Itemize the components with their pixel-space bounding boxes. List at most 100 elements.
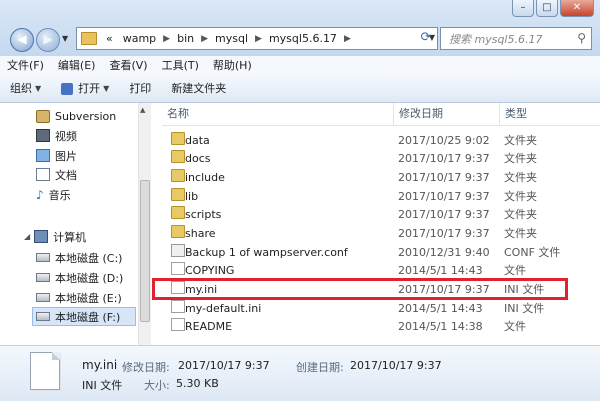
nav-item-label: 图片 xyxy=(55,149,77,163)
file-type: INI 文件 xyxy=(504,302,545,315)
breadcrumb-wamp[interactable]: wamp xyxy=(118,29,161,49)
column-name[interactable]: 名称 xyxy=(162,103,394,125)
file-date: 2014/5/1 14:43 xyxy=(398,302,483,315)
file-name: README xyxy=(185,320,233,333)
breadcrumb-mysql5617[interactable]: mysql5.6.17 xyxy=(264,29,342,49)
chevron-right-icon[interactable]: ▶ xyxy=(161,34,172,44)
detail-size-label: 大小: xyxy=(144,379,170,392)
detail-modified-label: 修改日期: xyxy=(122,361,170,374)
menu-file[interactable]: 文件(F) xyxy=(0,56,51,76)
file-row-docs[interactable]: docs 2017/10/17 9:37 文件夹 xyxy=(162,150,600,168)
file-row-readme[interactable]: README 2014/5/1 14:38 文件 xyxy=(162,318,600,336)
file-icon xyxy=(171,262,185,275)
file-type: 文件夹 xyxy=(504,171,537,184)
nav-item-label: 计算机 xyxy=(53,230,87,244)
nav-item-subversion[interactable]: Subversion xyxy=(36,107,116,126)
open-button[interactable]: 打开 ▼ xyxy=(51,76,119,102)
file-row-share[interactable]: share 2017/10/17 9:37 文件夹 xyxy=(162,225,600,243)
nav-item-drive-f[interactable]: 本地磁盘 (F:) xyxy=(32,307,136,326)
nav-item-label: 视频 xyxy=(55,129,77,143)
breadcrumb-mysql[interactable]: mysql xyxy=(210,29,253,49)
chevron-right-icon[interactable]: ▶ xyxy=(199,34,210,44)
folder-icon xyxy=(171,225,185,238)
forward-arrow-icon[interactable]: ▶ xyxy=(36,28,60,52)
file-name: scripts xyxy=(185,208,222,221)
menu-view[interactable]: 查看(V) xyxy=(102,56,154,76)
expand-arrow-icon[interactable]: ◢ xyxy=(24,232,30,241)
file-row-include[interactable]: include 2017/10/17 9:37 文件夹 xyxy=(162,169,600,187)
file-row-lib[interactable]: lib 2017/10/17 9:37 文件夹 xyxy=(162,188,600,206)
nav-item-documents[interactable]: 文档 xyxy=(36,165,77,184)
drive-icon xyxy=(36,253,50,262)
file-name: include xyxy=(185,171,225,184)
column-date[interactable]: 修改日期 xyxy=(394,103,500,125)
search-icon[interactable]: ⚲ xyxy=(577,31,586,45)
column-type[interactable]: 类型 xyxy=(500,103,600,125)
history-dropdown-icon[interactable]: ▼ xyxy=(62,34,68,43)
nav-item-computer[interactable]: ◢ 计算机 xyxy=(24,227,86,246)
file-row-backup-conf[interactable]: Backup 1 of wampserver.conf 2010/12/31 9… xyxy=(162,244,600,262)
nav-item-label: 本地磁盘 (E:) xyxy=(55,291,122,305)
organize-label: 组织 xyxy=(10,82,32,95)
folder-icon xyxy=(171,188,185,201)
search-input[interactable]: 搜索 mysql5.6.17 ⚲ xyxy=(440,27,592,50)
folder-icon xyxy=(171,169,185,182)
drive-icon xyxy=(36,273,50,282)
file-row-my-default-ini[interactable]: my-default.ini 2014/5/1 14:43 INI 文件 xyxy=(162,300,600,318)
minimize-button[interactable]: – xyxy=(512,0,534,17)
back-arrow-icon[interactable]: ◀ xyxy=(10,28,34,52)
file-name: docs xyxy=(185,152,211,165)
file-name: share xyxy=(185,227,216,240)
nav-item-music[interactable]: ♪ 音乐 xyxy=(36,185,71,204)
file-list: data 2017/10/25 9:02 文件夹 docs 2017/10/17… xyxy=(162,126,600,344)
menu-bar: 文件(F) 编辑(E) 查看(V) 工具(T) 帮助(H) xyxy=(0,56,600,77)
chevron-right-icon[interactable]: ▶ xyxy=(342,34,353,44)
file-type: 文件夹 xyxy=(504,208,537,221)
music-library-icon: ♪ xyxy=(36,187,44,202)
computer-icon xyxy=(34,230,49,243)
chevron-down-icon: ▼ xyxy=(103,84,110,93)
nav-item-label: 本地磁盘 (D:) xyxy=(55,271,124,285)
chevron-down-icon: ▼ xyxy=(35,84,42,93)
close-button[interactable]: ✕ xyxy=(560,0,594,17)
nav-item-pictures[interactable]: 图片 xyxy=(36,146,77,165)
file-row-data[interactable]: data 2017/10/25 9:02 文件夹 xyxy=(162,132,600,150)
file-icon xyxy=(171,300,185,313)
file-type: 文件夹 xyxy=(504,227,537,240)
search-placeholder: 搜索 mysql5.6.17 xyxy=(449,33,543,46)
nav-item-drive-e[interactable]: 本地磁盘 (E:) xyxy=(36,288,122,307)
nav-item-label: 本地磁盘 (C:) xyxy=(55,251,123,265)
print-label: 打印 xyxy=(129,82,152,95)
annotation-highlight-box xyxy=(152,278,568,300)
maximize-button[interactable]: □ xyxy=(536,0,558,17)
breadcrumb-bin[interactable]: bin xyxy=(172,29,199,49)
folder-icon xyxy=(171,206,185,219)
address-bar[interactable]: « wamp ▶ bin ▶ mysql ▶ mysql5.6.17 ▶ ▼ xyxy=(76,27,438,50)
file-row-scripts[interactable]: scripts 2017/10/17 9:37 文件夹 xyxy=(162,206,600,224)
picture-library-icon xyxy=(36,149,50,162)
organize-button[interactable]: 组织 ▼ xyxy=(0,76,51,102)
open-label: 打开 xyxy=(78,82,101,95)
nav-item-drive-d[interactable]: 本地磁盘 (D:) xyxy=(36,268,123,287)
file-name: data xyxy=(185,134,210,147)
breadcrumb-overflow[interactable]: « xyxy=(101,29,118,49)
print-button[interactable]: 打印 xyxy=(119,76,161,102)
new-folder-button[interactable]: 新建文件夹 xyxy=(161,76,236,102)
detail-filetype: INI 文件 xyxy=(82,379,123,392)
menu-edit[interactable]: 编辑(E) xyxy=(51,56,103,76)
folder-icon xyxy=(81,32,97,45)
file-type: 文件夹 xyxy=(504,190,537,203)
file-type: CONF 文件 xyxy=(504,246,561,259)
file-type: 文件夹 xyxy=(504,134,537,147)
scrollbar-thumb[interactable] xyxy=(140,180,150,322)
nav-item-videos[interactable]: 视频 xyxy=(36,126,77,145)
scroll-up-icon[interactable]: ▲ xyxy=(140,106,145,114)
video-library-icon xyxy=(36,129,50,142)
chevron-right-icon[interactable]: ▶ xyxy=(253,34,264,44)
menu-tools[interactable]: 工具(T) xyxy=(155,56,206,76)
refresh-icon[interactable]: ⟳ xyxy=(416,28,436,48)
menu-help[interactable]: 帮助(H) xyxy=(206,56,259,76)
window-controls: – □ ✕ xyxy=(512,0,594,18)
nav-item-drive-c[interactable]: 本地磁盘 (C:) xyxy=(36,248,122,267)
file-date: 2017/10/25 9:02 xyxy=(398,134,490,147)
